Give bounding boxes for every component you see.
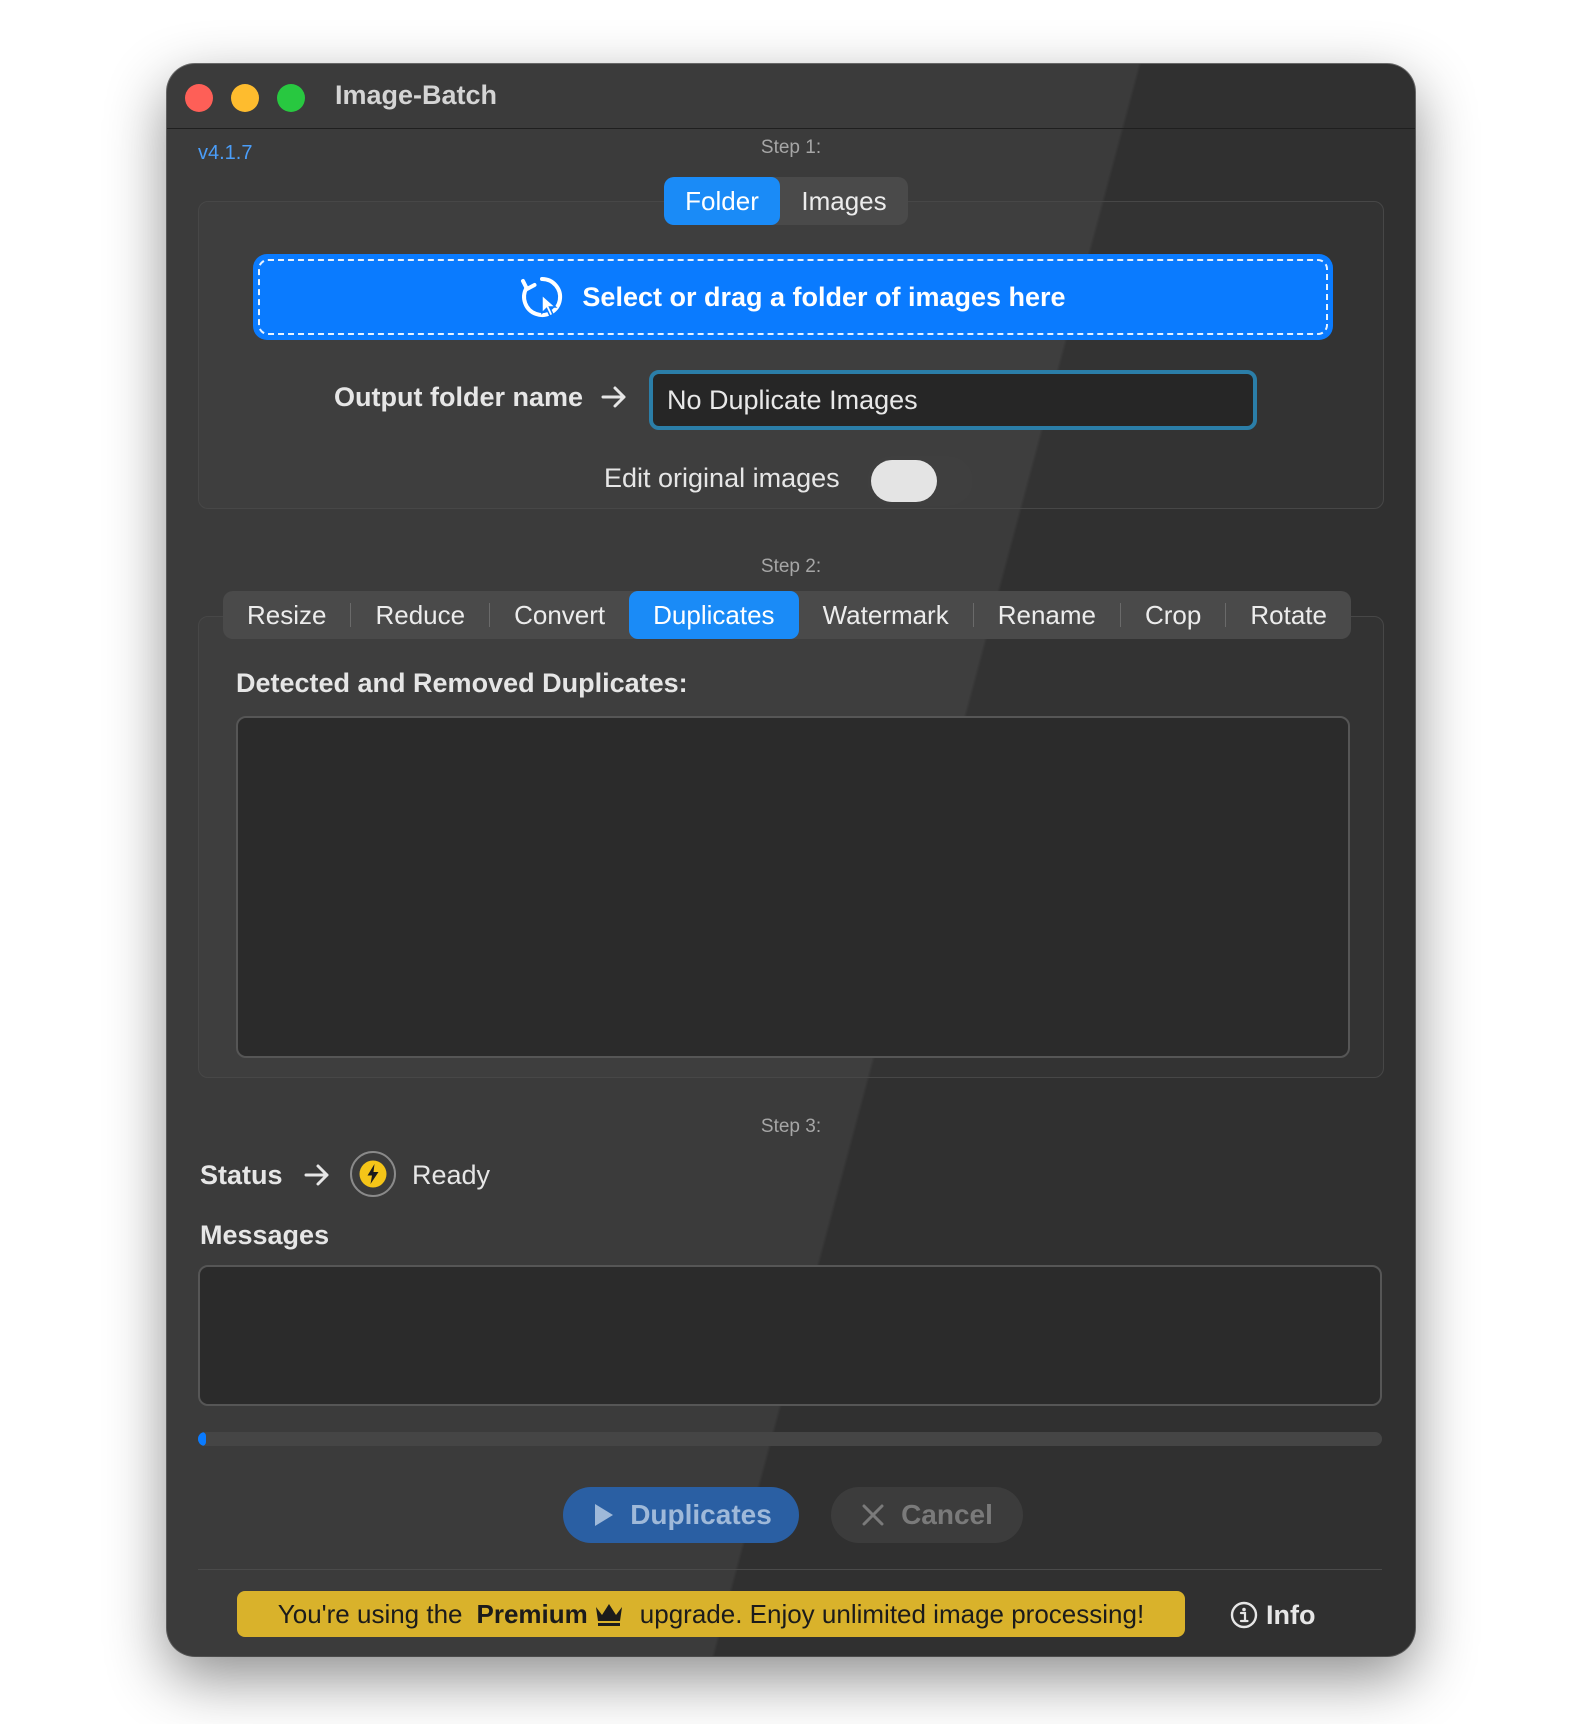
messages-heading: Messages [200, 1220, 330, 1250]
play-icon [595, 1504, 614, 1526]
cancel-button-label: Cancel [901, 1499, 993, 1530]
tab-reduce[interactable]: Reduce [351, 591, 489, 639]
run-duplicates-button[interactable]: Duplicates [563, 1487, 799, 1543]
title-bar: Image-Batch [167, 64, 1415, 129]
output-folder-label: Output folder name [334, 382, 583, 412]
folder-dropzone[interactable]: Select or drag a folder of images here [253, 254, 1333, 340]
tab-folder[interactable]: Folder [664, 177, 780, 225]
toggle-knob [871, 460, 937, 502]
duplicates-list[interactable] [236, 716, 1350, 1058]
source-segmented-control: Folder Images [664, 177, 908, 225]
bolt-icon [359, 1160, 387, 1188]
run-button-label: Duplicates [630, 1499, 772, 1530]
output-folder-value: No Duplicate Images [667, 384, 918, 415]
tab-watermark[interactable]: Watermark [799, 591, 973, 639]
messages-box[interactable] [198, 1265, 1382, 1406]
minimize-window-button[interactable] [231, 84, 259, 112]
banner-suffix: upgrade. Enjoy unlimited image processin… [639, 1598, 1145, 1629]
banner-prefix: You're using the [277, 1598, 463, 1629]
close-window-button[interactable] [185, 84, 213, 112]
arrow-right-icon [304, 1164, 329, 1186]
progress-bar [198, 1432, 1382, 1446]
dropzone-label: Select or drag a folder of images here [582, 281, 1066, 312]
zoom-window-button[interactable] [277, 84, 305, 112]
crown-icon [595, 1604, 622, 1626]
tab-convert[interactable]: Convert [490, 591, 629, 639]
tab-resize[interactable]: Resize [223, 591, 350, 639]
step3-label: Step 3: [760, 1116, 822, 1137]
edit-original-toggle[interactable] [867, 456, 973, 506]
tab-rename[interactable]: Rename [974, 591, 1120, 639]
tab-crop[interactable]: Crop [1121, 591, 1225, 639]
status-indicator [350, 1151, 396, 1197]
step1-label: Step 1: [760, 137, 822, 158]
output-folder-input[interactable]: No Duplicate Images [649, 370, 1257, 430]
info-circle-icon [1230, 1601, 1258, 1629]
progress-fill [198, 1432, 206, 1446]
tab-rotate[interactable]: Rotate [1226, 591, 1351, 639]
window-title: Image-Batch [335, 80, 498, 110]
step2-label: Step 2: [760, 556, 822, 577]
app-window: Image-Batch v4.1.7 Step 1: Folder Images… [167, 64, 1415, 1656]
duplicates-heading: Detected and Removed Duplicates: [236, 668, 688, 698]
pointer-refresh-icon [521, 276, 563, 318]
arrow-right-icon [601, 386, 626, 408]
tab-images[interactable]: Images [780, 177, 908, 225]
tab-duplicates[interactable]: Duplicates [629, 591, 799, 639]
operation-tabs: Resize Reduce Convert Duplicates Waterma… [223, 591, 1351, 639]
banner-premium: Premium [476, 1598, 588, 1629]
info-button[interactable]: Info [1230, 1592, 1315, 1638]
info-button-label: Info [1266, 1599, 1316, 1630]
footer-divider [198, 1569, 1382, 1570]
edit-original-label: Edit original images [604, 463, 840, 493]
status-value: Ready [412, 1160, 491, 1190]
premium-banner: You're using the Premium upgrade. Enjoy … [237, 1591, 1185, 1637]
status-label: Status [200, 1160, 283, 1190]
x-icon [862, 1504, 884, 1526]
cancel-button[interactable]: Cancel [831, 1487, 1023, 1543]
